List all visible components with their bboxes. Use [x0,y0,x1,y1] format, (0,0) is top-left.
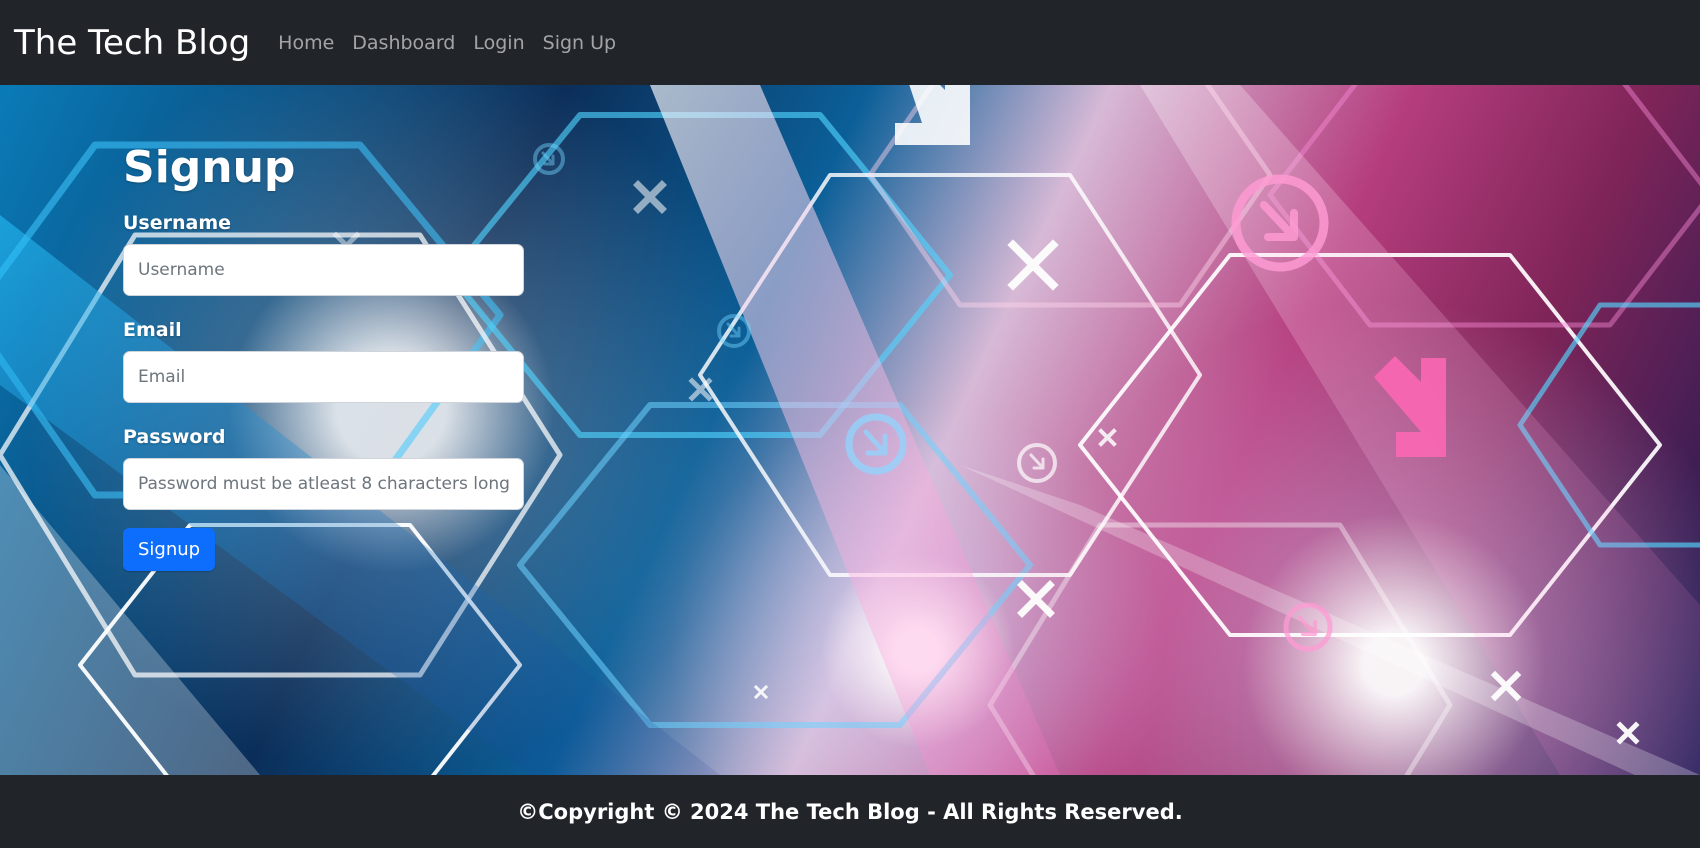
password-field-group: Password [123,426,524,510]
signup-button[interactable]: Signup [123,527,216,571]
main-navigation: Home Dashboard Login Sign Up [278,32,616,54]
x-mark-icon [688,377,713,402]
x-mark-icon [633,180,667,214]
x-mark-icon [1017,580,1055,618]
nav-link-dashboard[interactable]: Dashboard [352,32,455,54]
password-input[interactable] [123,457,524,510]
signup-hero-section: Signup Username Email Password Signup [0,85,1700,775]
signup-form: Username Email Password Signup [123,212,524,571]
x-mark-icon [1007,239,1059,291]
username-field-group: Username [123,212,524,296]
email-label: Email [123,318,182,341]
password-label: Password [123,425,226,448]
username-input[interactable] [123,243,524,296]
username-label: Username [123,211,232,234]
top-navbar: The Tech Blog Home Dashboard Login Sign … [0,0,1700,85]
brand-link[interactable]: The Tech Blog [14,26,250,60]
copyright-text: ©Copyright © 2024 The Tech Blog - All Ri… [517,799,1183,824]
page-footer: ©Copyright © 2024 The Tech Blog - All Ri… [0,775,1700,848]
nav-link-sign-up[interactable]: Sign Up [543,32,616,54]
x-mark-icon [1098,428,1117,447]
arrow-graphic-icon [895,85,970,145]
email-input[interactable] [123,350,524,403]
nav-link-home[interactable]: Home [278,32,334,54]
arrow-circle-icon [1017,443,1057,483]
signup-title: Signup [123,142,296,193]
email-field-group: Email [123,319,524,403]
x-mark-icon [753,684,769,700]
nav-link-login[interactable]: Login [473,32,524,54]
signup-form-panel: Signup Username Email Password Signup [123,142,524,571]
